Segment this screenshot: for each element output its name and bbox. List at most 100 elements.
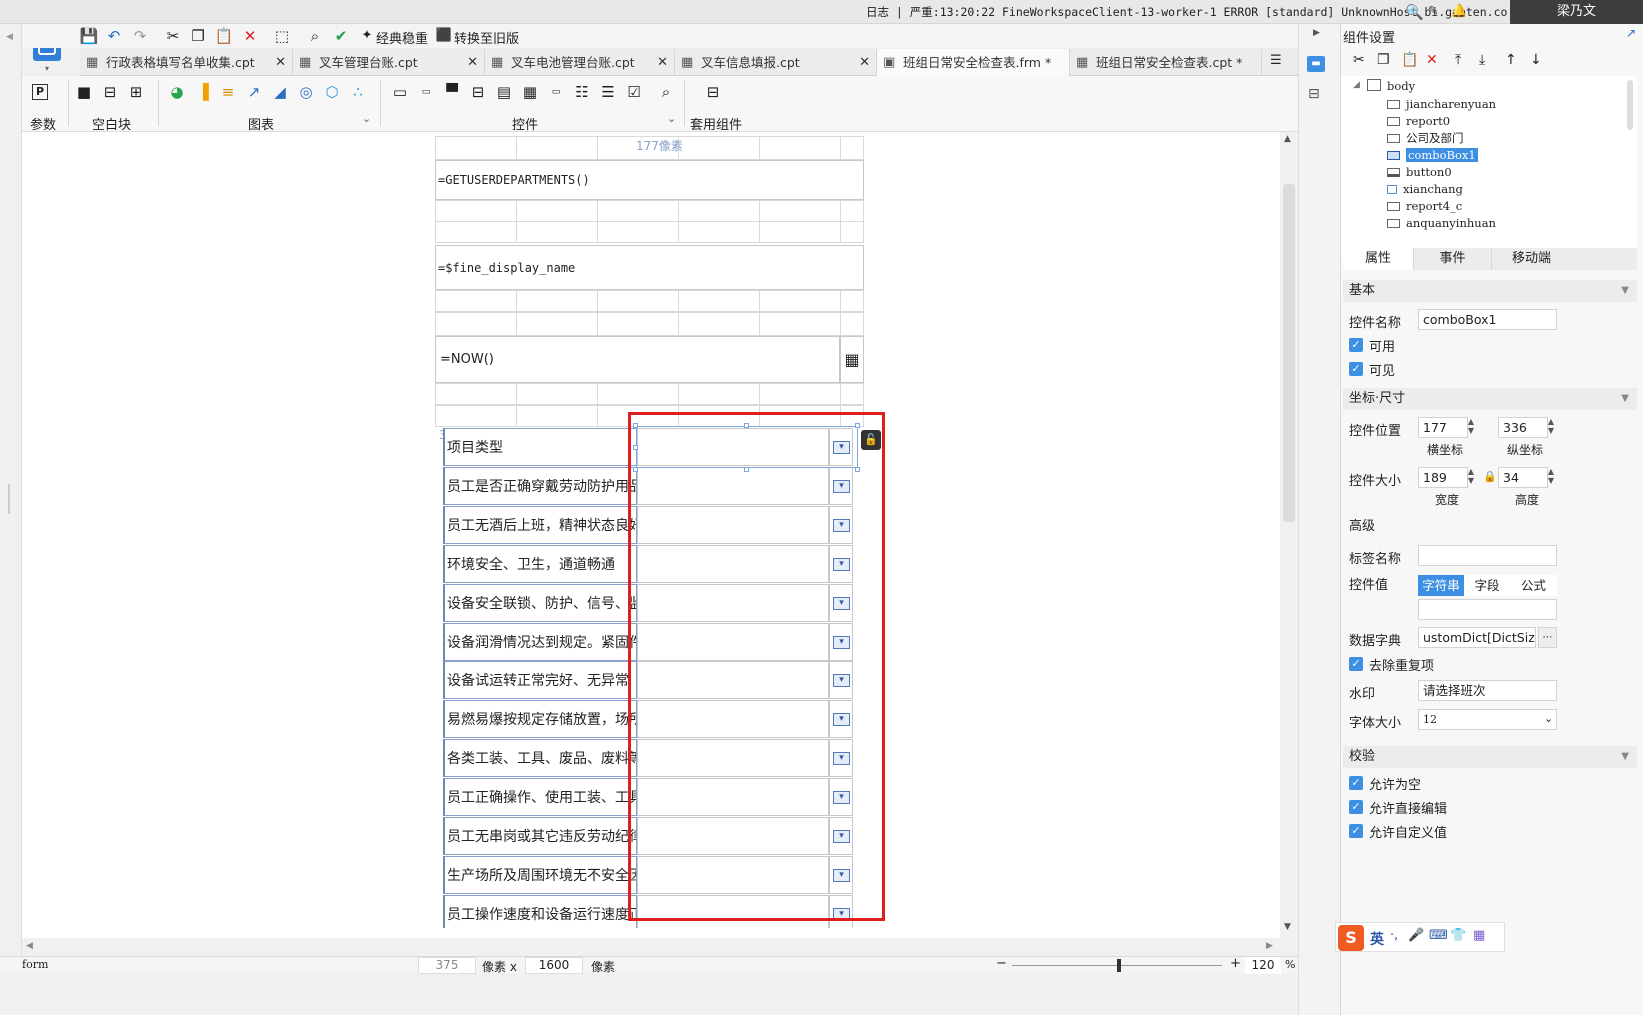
watermark-input[interactable]: 请选择班次 [1418,680,1557,701]
width-stepper[interactable]: ▲ ▼ [1465,467,1477,485]
log-message[interactable]: 日志 | 严重:13:20:22 FineWorkspaceClient-13-… [866,4,1542,20]
tab-events[interactable]: 事件 [1413,248,1491,270]
close-icon[interactable]: ✕ [657,49,668,76]
cut-icon[interactable]: ✂ [1353,52,1365,68]
display-name-formula-widget[interactable]: =$fine_display_name [435,245,864,290]
tree-node-selected[interactable]: comboBox1 [1387,147,1478,163]
move-up-icon[interactable]: ↑ [1505,52,1517,68]
save-icon[interactable]: 💾 [79,27,99,45]
tree-node[interactable]: jiancharenyuan [1387,96,1496,112]
text-widget-icon[interactable]: ▭ [390,82,410,102]
delete-icon[interactable]: ✕ [1426,52,1438,68]
section-basic[interactable]: 基本 ▼ [1343,280,1637,302]
bar-chart-icon[interactable]: ▐ [193,82,213,102]
move-bottom-icon[interactable]: ⤓ [1479,52,1485,68]
section-position-size[interactable]: 坐标·尺寸 ▼ [1343,388,1637,410]
tree-collapse-icon[interactable]: ◢ [1353,80,1360,90]
keyboard-icon[interactable]: ⌨ [1429,928,1448,943]
value-type-string[interactable]: 字符串 [1418,575,1464,596]
dedupe-checkbox[interactable]: ✓ [1349,657,1363,671]
button-widget-icon[interactable]: ▀ [442,82,462,102]
edit-icon[interactable]: ✎ [1428,4,1439,19]
scroll-right-icon[interactable]: ▶ [1266,941,1273,951]
canvas-width-input[interactable]: 375 [418,957,476,974]
value-type-formula[interactable]: 公式 [1510,575,1557,596]
radar-chart-icon[interactable]: ⬡ [322,82,342,102]
tree-node-body[interactable]: body [1367,78,1415,94]
skin-icon[interactable]: 👕 [1450,928,1466,943]
chevron-down-icon[interactable]: ⌄ [667,112,676,125]
microphone-icon[interactable]: 🎤 [1408,928,1424,943]
tab-file-1[interactable]: ▦ 行政表格填写名单收集.cpt ✕ [80,49,293,76]
radio-group-icon[interactable]: ☰ [598,82,618,102]
expand-right-icon[interactable]: ▶ [1313,28,1320,38]
position-y-stepper[interactable]: ▲ ▼ [1545,417,1557,435]
zoom-slider-thumb[interactable] [1117,959,1121,972]
width-input[interactable]: 189 [1418,467,1468,488]
allow-empty-checkbox[interactable]: ✓ [1349,776,1363,790]
widget-library-icon[interactable]: ⊟ [1308,86,1320,102]
tab-properties[interactable]: 属性 [1343,248,1413,270]
tab-mobile[interactable]: 移动端 [1491,248,1571,270]
zoom-out-button[interactable]: − [996,956,1007,971]
position-x-stepper[interactable]: ▲ ▼ [1465,417,1477,435]
tab-menu-icon[interactable]: ☰ [1270,53,1282,68]
vertical-scrollbar[interactable]: ▲ ▼ [1280,132,1298,938]
chevron-down-icon[interactable]: ⌄ [1544,712,1553,725]
move-top-icon[interactable]: ⤒ [1455,52,1461,68]
tab-file-2[interactable]: ▦ 叉车管理台账.cpt ✕ [293,49,485,76]
enabled-checkbox[interactable]: ✓ [1349,338,1363,352]
query-widget-icon[interactable]: ⌕ [656,82,676,102]
cut-icon[interactable]: ✂ [163,27,183,45]
more-icon[interactable]: ⋯ [1538,627,1557,648]
canvas-height-input[interactable]: 1600 [525,957,583,974]
ime-toolbar[interactable]: S 英 ·, 🎤 ⌨ 👕 ▦ [1335,922,1505,952]
tab-file-3[interactable]: ▦ 叉车电池管理台账.cpt ✕ [485,49,675,76]
tree-node[interactable]: 公司及部门 [1387,130,1464,146]
splitter-handle[interactable] [8,484,10,514]
paste-icon[interactable]: 📋 [1401,52,1418,68]
collapse-left-icon[interactable]: ◀ [6,32,13,42]
convert-icon[interactable]: ⬛ [434,27,454,45]
area-chart-icon[interactable]: ◢ [270,82,290,102]
close-icon[interactable]: ✕ [859,49,870,76]
undo-icon[interactable]: ↶ [104,27,124,45]
zoom-in-button[interactable]: + [1230,956,1241,971]
section-advanced[interactable]: 高级 [1343,516,1637,538]
scroll-left-icon[interactable]: ◀ [26,941,33,951]
gauge-chart-icon[interactable]: ◎ [296,82,316,102]
close-icon[interactable]: ✕ [467,49,478,76]
font-size-select[interactable]: 12 [1418,709,1557,730]
position-y-input[interactable]: 336 [1498,417,1548,438]
copy-icon[interactable]: ❐ [1377,52,1390,68]
check-icon[interactable]: ✔ [331,27,351,45]
textarea-widget-icon[interactable]: ▤ [494,82,514,102]
lock-ratio-icon[interactable]: 🔒 [1483,470,1497,483]
height-input[interactable]: 34 [1498,467,1548,488]
line-chart-icon[interactable]: ↗ [244,82,264,102]
tab-file-4[interactable]: ▦ 叉车信息填报.cpt ✕ [675,49,877,76]
search-preview-icon[interactable]: ⌕ [305,27,325,45]
apps-grid-icon[interactable]: ▦ [1473,928,1485,943]
section-validate[interactable]: 校验 ▼ [1343,746,1637,768]
scroll-up-icon[interactable]: ▲ [1284,134,1291,144]
classic-theme-button[interactable]: 经典稳重 [376,28,428,47]
redo-icon[interactable]: ↷ [130,27,150,45]
allow-custom-checkbox[interactable]: ✓ [1349,824,1363,838]
data-dict-input[interactable]: ustomDict[DictSize:3] [1418,627,1536,648]
pin-icon[interactable]: ↗ [1626,26,1636,40]
widget-name-input[interactable]: comboBox1 [1418,309,1557,330]
checkbox-group-icon[interactable]: ☑ [624,82,644,102]
calendar-icon[interactable]: ▦ [840,336,864,383]
list-widget-icon[interactable]: ☷ [572,82,592,102]
grid-layout-icon[interactable]: ⊞ [126,82,146,102]
tab-file-5[interactable]: ▣ 班组日常安全检查表.frm * [877,49,1070,76]
params-icon[interactable]: P [32,84,48,100]
convert-legacy-button[interactable]: 转换至旧版 [454,28,519,47]
pie-chart-icon[interactable]: ◕ [167,82,187,102]
visible-checkbox[interactable]: ✓ [1349,362,1363,376]
app-icon-chevron[interactable]: ▾ [33,64,61,73]
position-x-input[interactable]: 177 [1418,417,1468,438]
close-icon[interactable]: ✕ [275,49,286,76]
scatter-chart-icon[interactable]: ∴ [348,82,368,102]
